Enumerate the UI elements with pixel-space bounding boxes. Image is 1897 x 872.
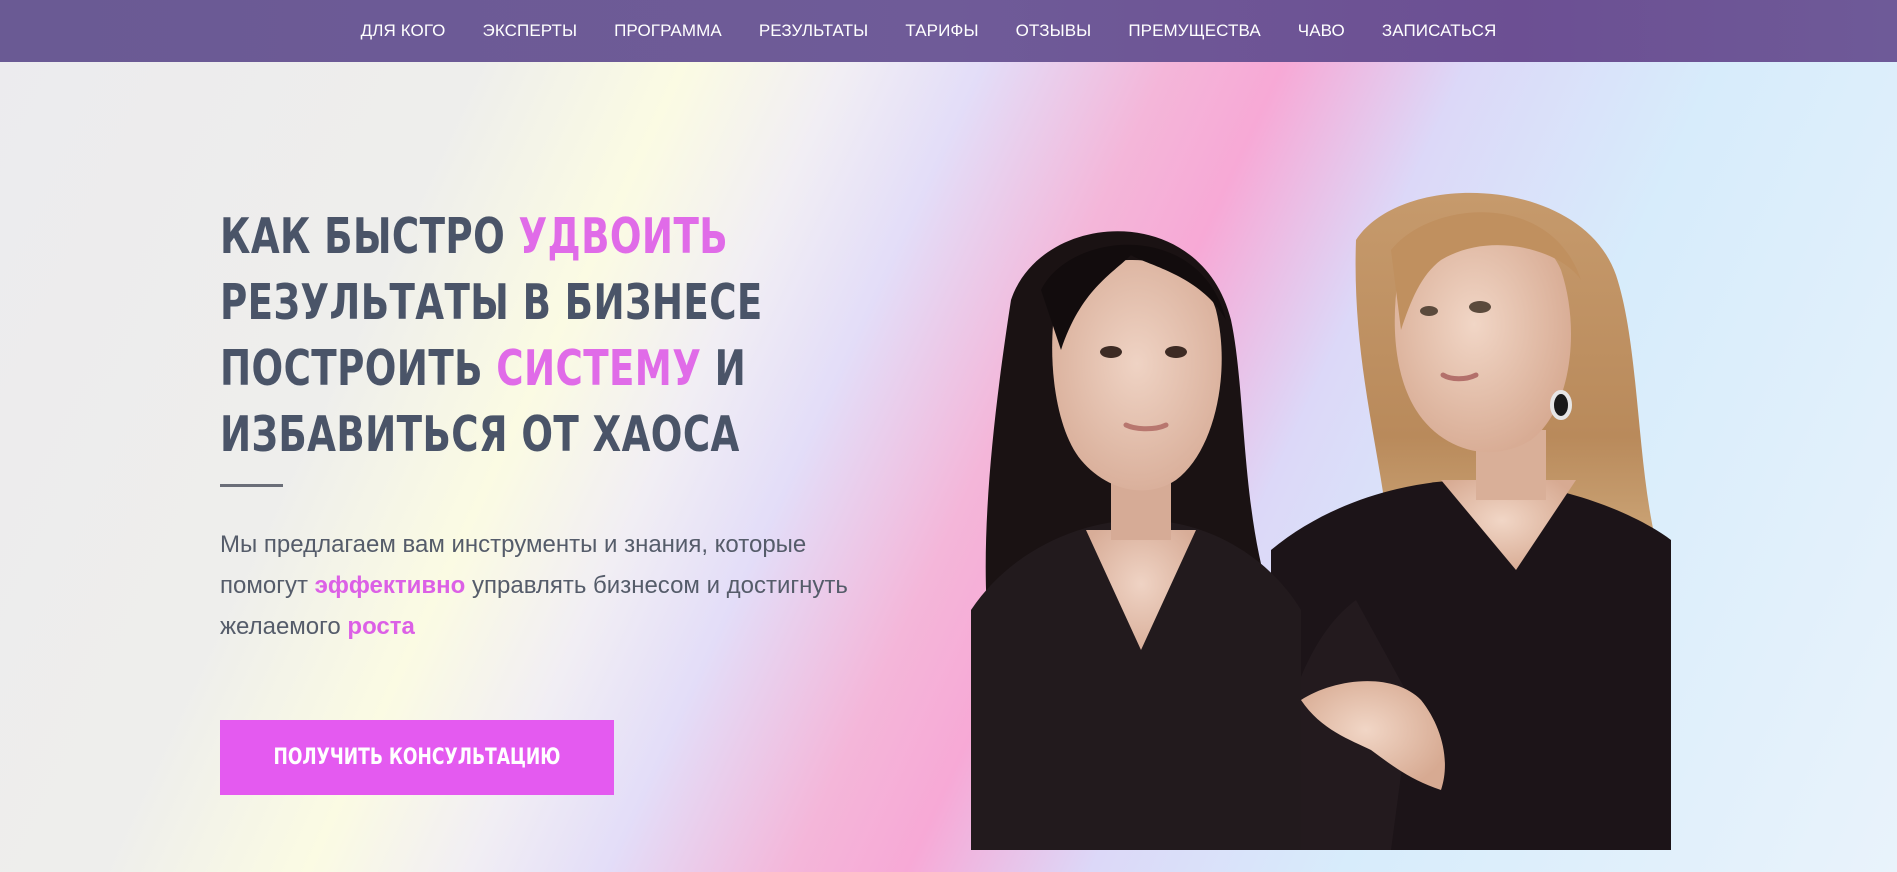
nav-item-signup[interactable]: ЗАПИСАТЬСЯ	[1382, 21, 1497, 41]
nav-item-reviews[interactable]: ОТЗЫВЫ	[1016, 21, 1092, 41]
headline-text: ПОСТРОИТЬ	[220, 340, 497, 397]
headline-text: И	[701, 340, 747, 397]
nav-item-advantages[interactable]: ПРЕМУЩЕСТВА	[1128, 21, 1260, 41]
headline-highlight-double: УДВОИТЬ	[518, 208, 729, 265]
get-consultation-button[interactable]: получить консультацию	[220, 720, 614, 795]
headline-highlight-system: СИСТЕМУ	[496, 340, 702, 397]
headline-line-1: КАК БЫСТРО УДВОИТЬ	[220, 204, 763, 270]
headline-text: КАК БЫСТРО	[220, 208, 519, 265]
subtitle-highlight-effectively: эффективно	[314, 572, 466, 599]
nav-item-for-whom[interactable]: ДЛЯ КОГО	[361, 21, 446, 41]
headline-line-2: РЕЗУЛЬТАТЫ В БИЗНЕСЕ	[220, 274, 763, 331]
experts-photo	[971, 180, 1671, 850]
nav-item-faq[interactable]: ЧАВО	[1298, 21, 1345, 41]
headline-line-4: ИЗБАВИТЬСЯ ОТ ХАОСА	[220, 406, 740, 463]
two-women-portrait-icon	[971, 192, 1671, 850]
nav-item-experts[interactable]: ЭКСПЕРТЫ	[483, 21, 578, 41]
cta-label: получить консультацию	[273, 745, 561, 770]
subtitle-highlight-growth: роста	[347, 613, 415, 640]
nav-item-tariffs[interactable]: ТАРИФЫ	[905, 21, 978, 41]
headline-divider	[220, 484, 283, 487]
headline-line-3: ПОСТРОИТЬ СИСТЕМУ И	[220, 336, 763, 402]
nav-item-results[interactable]: РЕЗУЛЬТАТЫ	[759, 21, 869, 41]
top-navigation: ДЛЯ КОГО ЭКСПЕРТЫ ПРОГРАММА РЕЗУЛЬТАТЫ Т…	[0, 0, 1897, 62]
hero-headline: КАК БЫСТРО УДВОИТЬ РЕЗУЛЬТАТЫ В БИЗНЕСЕ …	[220, 204, 763, 468]
hero-subtitle: Мы предлагаем вам инструменты и знания, …	[220, 524, 900, 647]
nav-item-program[interactable]: ПРОГРАММА	[614, 21, 722, 41]
